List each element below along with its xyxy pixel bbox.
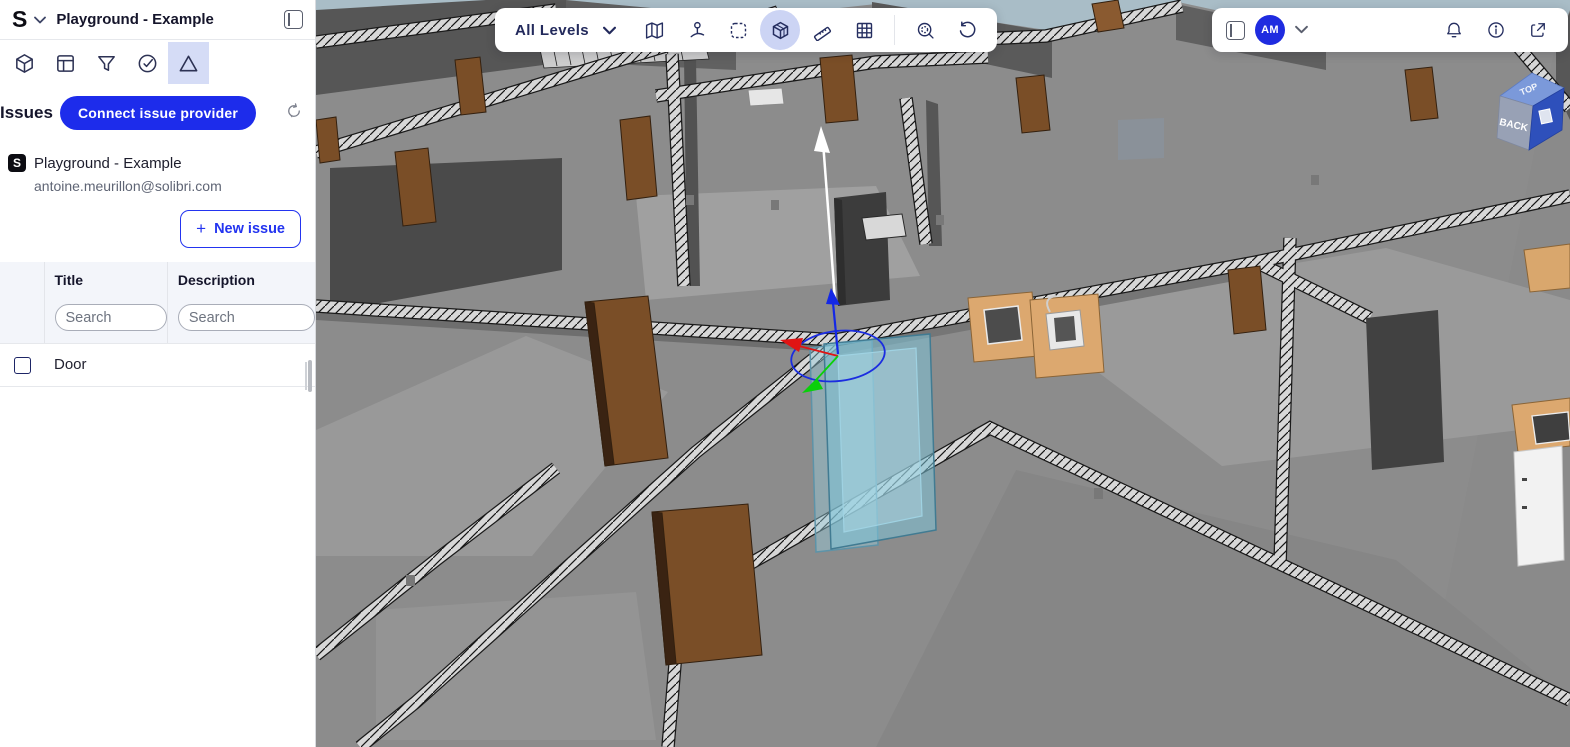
- tool-issues-triangle[interactable]: [168, 42, 209, 84]
- connect-issue-provider-button[interactable]: Connect issue provider: [60, 96, 256, 130]
- toolbar-divider: [894, 15, 896, 45]
- info-icon[interactable]: [1480, 10, 1512, 50]
- bim-3d-scene[interactable]: TOP BACK: [316, 0, 1570, 747]
- solibri-badge-icon: S: [8, 154, 26, 172]
- collapse-sidebar-icon[interactable]: [284, 10, 303, 29]
- tool-model-cube[interactable]: [4, 42, 45, 84]
- chevron-down-icon[interactable]: [1295, 21, 1308, 39]
- issue-title-cell: Door: [44, 343, 168, 387]
- solibri-app: S Playground - Example Issues Connect is…: [0, 0, 1570, 747]
- zoom-selection-icon[interactable]: [905, 10, 945, 50]
- issues-table: Title Description Door: [0, 262, 315, 387]
- notifications-bell-icon[interactable]: [1438, 10, 1470, 50]
- walk-mode-icon[interactable]: [676, 10, 716, 50]
- issue-row-door[interactable]: Door: [0, 343, 315, 387]
- sidebar: S Playground - Example Issues Connect is…: [0, 0, 316, 747]
- description-column-header: Description: [166, 262, 315, 292]
- title-search-input[interactable]: [54, 304, 167, 331]
- tool-layout-panels[interactable]: [45, 42, 86, 84]
- tool-filter-funnel[interactable]: [86, 42, 127, 84]
- row-checkbox[interactable]: [14, 356, 31, 374]
- sidebar-scrollbar[interactable]: [308, 360, 312, 392]
- page-title: Playground - Example: [56, 11, 214, 28]
- issue-description-cell: [167, 343, 315, 387]
- sidebar-header: S Playground - Example: [0, 0, 315, 40]
- cube-3d-icon[interactable]: [760, 10, 801, 50]
- provider-name: Playground - Example: [34, 154, 182, 172]
- avatar[interactable]: AM: [1255, 15, 1285, 45]
- provider-email: antoine.meurillon@solibri.com: [34, 178, 222, 194]
- chevron-down-icon[interactable]: [34, 11, 47, 29]
- view-toolbar: All Levels: [495, 8, 998, 52]
- nav-cube-home-icon: [1538, 108, 1553, 125]
- sync-icon[interactable]: [285, 102, 303, 125]
- grid-icon[interactable]: [844, 10, 884, 50]
- tool-checks[interactable]: [127, 42, 168, 84]
- model-viewport[interactable]: TOP BACK All Levels AM: [316, 0, 1570, 747]
- collapse-panel-icon[interactable]: [1226, 20, 1245, 40]
- issues-heading: Issues: [0, 103, 53, 122]
- ruler-icon[interactable]: [802, 10, 842, 50]
- title-column-header: Title: [43, 262, 168, 292]
- reset-view-icon[interactable]: [947, 10, 987, 50]
- issue-provider-info: S Playground - Example antoine.meurillon…: [0, 140, 315, 198]
- level-selector[interactable]: All Levels: [515, 22, 632, 39]
- description-search-input[interactable]: [177, 304, 315, 331]
- issues-panel-header: Issues Connect issue provider: [0, 86, 315, 140]
- plus-icon: +: [196, 219, 207, 238]
- select-column-header: [0, 262, 44, 292]
- new-issue-button[interactable]: + New issue: [180, 210, 301, 248]
- sidebar-toolbar: [0, 40, 315, 86]
- share-icon[interactable]: [1522, 10, 1554, 50]
- fit-selection-icon[interactable]: [718, 10, 758, 50]
- sidebar-scrollbar-track: [305, 362, 307, 390]
- map-icon[interactable]: [634, 10, 674, 50]
- solibri-logo[interactable]: S: [12, 6, 27, 33]
- top-right-bar: AM: [1212, 8, 1568, 52]
